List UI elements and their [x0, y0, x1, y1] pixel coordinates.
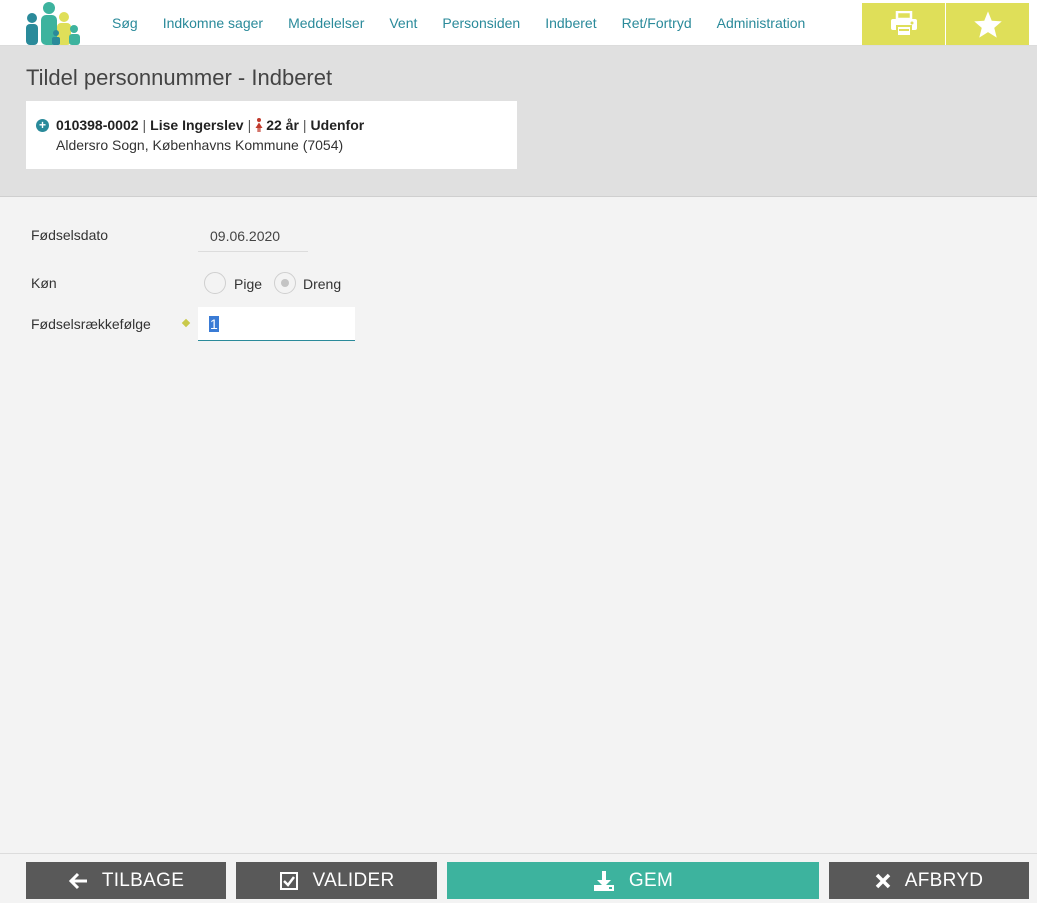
- checkbox-check-icon: [279, 871, 299, 891]
- validate-button-label: VALIDER: [312, 869, 395, 891]
- save-button[interactable]: GEM: [447, 862, 819, 899]
- cancel-button[interactable]: AFBRYD: [829, 862, 1029, 899]
- gender-option-dreng[interactable]: Dreng: [303, 276, 341, 292]
- person-location: Aldersro Sogn, Københavns Kommune (7054): [56, 137, 344, 153]
- back-button[interactable]: TILBAGE: [26, 862, 226, 899]
- person-status: Udenfor: [310, 117, 365, 133]
- nav-item-administration[interactable]: Administration: [717, 15, 806, 31]
- gender-radio-dreng[interactable]: [274, 272, 296, 294]
- dob-label: Fødselsdato: [31, 227, 109, 243]
- birth-order-label: Fødselsrækkefølge: [31, 316, 151, 332]
- separator: |: [247, 117, 252, 133]
- separator: |: [302, 117, 307, 133]
- separator: |: [142, 117, 147, 133]
- nav-item-indberet[interactable]: Indberet: [545, 15, 596, 31]
- download-icon: [593, 870, 615, 892]
- gender-label: Køn: [31, 275, 57, 291]
- person-cpr: 010398-0002: [56, 117, 139, 133]
- required-marker-icon: [181, 318, 191, 328]
- birth-order-input[interactable]: 1: [198, 307, 355, 341]
- validate-button[interactable]: VALIDER: [236, 862, 437, 899]
- page-header: Tildel personnummer - Indberet + 010398-…: [0, 46, 1037, 197]
- nav-item-soeg[interactable]: Søg: [112, 15, 138, 31]
- main-menu: Søg Indkomne sager Meddelelser Vent Pers…: [112, 0, 830, 46]
- dob-value: 09.06.2020: [198, 220, 308, 252]
- nav-item-meddelelser[interactable]: Meddelelser: [288, 15, 364, 31]
- top-navigation: Søg Indkomne sager Meddelelser Vent Pers…: [0, 0, 1037, 46]
- printer-icon: [890, 11, 917, 37]
- back-button-label: TILBAGE: [101, 869, 185, 891]
- person-age: 22 år: [266, 117, 299, 133]
- cancel-button-label: AFBRYD: [904, 869, 984, 891]
- arrow-left-icon: [68, 872, 88, 890]
- expand-plus-icon[interactable]: +: [36, 118, 49, 132]
- page-title: Tildel personnummer - Indberet: [26, 65, 333, 90]
- person-summary-card: + 010398-0002 | Lise Ingerslev | 22 år |…: [26, 101, 517, 169]
- save-button-label: GEM: [628, 869, 674, 891]
- person-name: Lise Ingerslev: [150, 117, 244, 133]
- print-button[interactable]: [862, 3, 945, 45]
- close-icon: [875, 873, 891, 889]
- nav-item-personsiden[interactable]: Personsiden: [442, 15, 520, 31]
- nav-item-indkomne-sager[interactable]: Indkomne sager: [163, 15, 263, 31]
- star-icon: [973, 10, 1002, 38]
- favorite-button[interactable]: [946, 3, 1029, 45]
- gender-option-pige[interactable]: Pige: [234, 276, 262, 292]
- person-summary-line: + 010398-0002 | Lise Ingerslev | 22 år |…: [36, 117, 364, 133]
- birth-order-value: 1: [209, 316, 219, 332]
- action-bar: TILBAGE VALIDER GEM AFBRYD: [0, 853, 1037, 903]
- female-icon: [255, 118, 263, 132]
- logo-people-icon[interactable]: [24, 2, 84, 45]
- nav-item-ret-fortryd[interactable]: Ret/Fortryd: [622, 15, 692, 31]
- nav-item-vent[interactable]: Vent: [389, 15, 417, 31]
- gender-radio-pige[interactable]: [204, 272, 226, 294]
